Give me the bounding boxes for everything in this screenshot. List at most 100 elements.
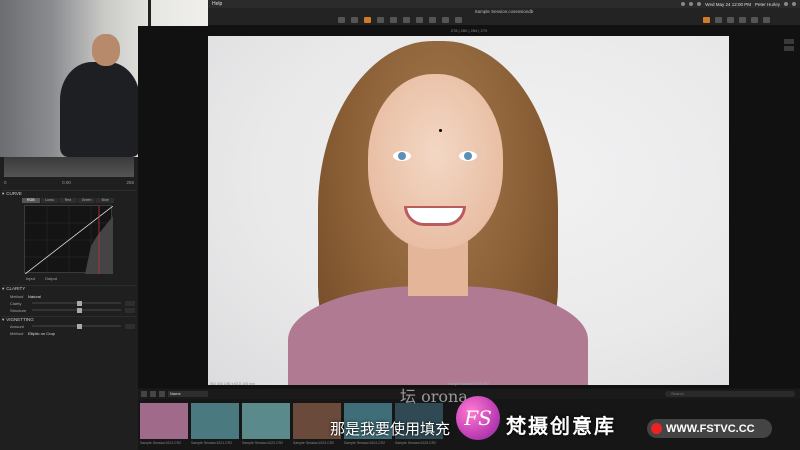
zoom-tool-icon[interactable] bbox=[351, 17, 358, 23]
vignetting-method-select[interactable]: Elliptic on Crop bbox=[28, 331, 55, 336]
grid-icon[interactable] bbox=[703, 17, 710, 23]
watermark-url: WWW.FSTVC.CC bbox=[666, 422, 755, 435]
thumbnail-caption: Sample Session1021.CR2 bbox=[191, 441, 233, 445]
grid-view-icon[interactable] bbox=[141, 391, 147, 397]
focus-mask-icon[interactable] bbox=[727, 17, 734, 23]
curve-tab-blue[interactable]: Blue bbox=[96, 198, 114, 203]
record-icon bbox=[651, 423, 662, 434]
proof-icon[interactable] bbox=[739, 17, 746, 23]
structure-row: Structure bbox=[10, 307, 135, 313]
viewer-icon[interactable] bbox=[751, 17, 758, 23]
menu-clock[interactable]: Wed May 24 12:00 PM bbox=[705, 2, 751, 7]
viewer-side-button-2[interactable] bbox=[784, 46, 794, 51]
structure-label: Structure bbox=[10, 307, 27, 313]
structure-value-field[interactable] bbox=[125, 307, 135, 313]
browser-search-input[interactable]: Search bbox=[665, 391, 795, 397]
tool-panel: 0 0.00 255 ▾ CURVE RGB Luma Red Green Bl… bbox=[0, 157, 138, 450]
annotate-tool-icon[interactable] bbox=[442, 17, 449, 23]
presenter-head bbox=[92, 34, 120, 66]
sort-select[interactable]: Name bbox=[168, 391, 208, 397]
loupe-tool-icon[interactable] bbox=[364, 17, 371, 23]
watermark-title: 梵摄创意库 bbox=[506, 414, 616, 438]
curve-section-header[interactable]: ▾ CURVE bbox=[2, 190, 136, 196]
filmstrip-view-icon[interactable] bbox=[159, 391, 165, 397]
vignetting-amount-slider[interactable] bbox=[32, 323, 121, 329]
vignetting-title: VIGNETTING bbox=[6, 317, 34, 322]
menu-user[interactable]: Peter Hurley bbox=[755, 2, 780, 7]
histogram-mid: 0.00 bbox=[62, 180, 71, 185]
clarity-slider-knob[interactable] bbox=[76, 300, 82, 306]
subject-shirt bbox=[288, 286, 588, 385]
curve-channel-tabs: RGB Luma Red Green Blue bbox=[22, 198, 114, 203]
chevron-down-icon: ▾ bbox=[2, 316, 5, 322]
histogram bbox=[4, 157, 134, 177]
battery-icon[interactable] bbox=[697, 2, 702, 6]
chevron-down-icon: ▾ bbox=[2, 285, 5, 291]
watermark-url-badge: WWW.FSTVC.CC bbox=[647, 419, 772, 438]
thumbnail-caption: Sample Session1022.CR2 bbox=[242, 441, 284, 445]
spot-removal-icon[interactable] bbox=[416, 17, 423, 23]
vignetting-amount-knob[interactable] bbox=[76, 323, 82, 329]
filmstrip-thumbnail[interactable]: Sample Session1024.CR2 bbox=[140, 403, 188, 445]
copy-adjustments-icon[interactable] bbox=[455, 17, 462, 23]
menu-help[interactable]: Help bbox=[212, 1, 681, 7]
mask-tool-icon[interactable] bbox=[403, 17, 410, 23]
vignetting-method-label: Method bbox=[10, 330, 24, 336]
keystone-tool-icon[interactable] bbox=[390, 17, 397, 23]
thumbnail-caption: Sample Session1024.CR2 bbox=[344, 441, 386, 445]
curve-title: CURVE bbox=[6, 191, 22, 196]
picker-tool-icon[interactable] bbox=[429, 17, 436, 23]
capture-one-toolbar: Sample Session.cosessiondb bbox=[208, 8, 800, 26]
notifications-icon[interactable] bbox=[792, 2, 796, 6]
help-icon[interactable] bbox=[763, 17, 770, 23]
curve-tab-red[interactable]: Red bbox=[59, 198, 77, 203]
vignetting-amount-label: Amount bbox=[10, 323, 24, 329]
curve-tab-green[interactable]: Green bbox=[77, 198, 96, 203]
session-title: Sample Session.cosessiondb bbox=[474, 9, 534, 14]
spotlight-icon[interactable] bbox=[784, 2, 788, 6]
vignetting-section-header[interactable]: ▾ VIGNETTING bbox=[2, 316, 136, 322]
structure-slider[interactable] bbox=[32, 307, 121, 313]
structure-slider-knob[interactable] bbox=[76, 307, 82, 313]
clarity-method-row: Method Natural bbox=[10, 293, 135, 299]
subject-left-eye bbox=[393, 151, 411, 161]
thumbnail-caption: Sample Session1024.CR2 bbox=[140, 441, 182, 445]
pan-tool-icon[interactable] bbox=[338, 17, 345, 23]
clarity-method-select[interactable]: Natural bbox=[28, 294, 41, 299]
clarity-slider[interactable] bbox=[32, 300, 121, 306]
list-view-icon[interactable] bbox=[150, 391, 156, 397]
mouse-cursor bbox=[439, 129, 442, 132]
clarity-title: CLARITY bbox=[6, 286, 26, 291]
clarity-label: Clarity bbox=[10, 300, 22, 306]
curve-output-label: Output bbox=[44, 276, 57, 281]
exif-info: ISO 400 1/80 s f/2.8 105 mm bbox=[210, 382, 255, 386]
curve-tab-luma[interactable]: Luma bbox=[40, 198, 59, 203]
thumbnail-caption: Sample Session1023.CR2 bbox=[293, 441, 335, 445]
presenter-body bbox=[60, 62, 140, 157]
curve-tab-rgb[interactable]: RGB bbox=[22, 198, 40, 203]
menu-bar: Help Wed May 24 12:00 PM Peter Hurley bbox=[208, 0, 800, 8]
wifi-icon[interactable] bbox=[689, 2, 694, 6]
clarity-method-label: Method bbox=[10, 293, 24, 299]
clarity-row: Clarity bbox=[10, 300, 135, 306]
curve-editor[interactable] bbox=[24, 205, 114, 275]
portrait-photo[interactable] bbox=[208, 36, 729, 385]
histogram-max: 255 bbox=[126, 180, 134, 185]
subject-right-eye bbox=[459, 151, 477, 161]
clarity-value-field[interactable] bbox=[125, 300, 135, 306]
filmstrip-thumbnail[interactable]: Sample Session1022.CR2 bbox=[242, 403, 290, 445]
curve-input-label: Input bbox=[26, 276, 35, 281]
image-viewer: 278 | 280 | 284 | 270 ISO 400 1/80 s f/2… bbox=[138, 26, 800, 388]
vignetting-amount-row: Amount bbox=[10, 323, 135, 329]
vignetting-method-row: Method Elliptic on Crop bbox=[10, 330, 135, 336]
image-counter: 278 | 280 | 284 | 270 bbox=[450, 28, 488, 33]
thumbnail-caption: Sample Session1025.CR2 bbox=[395, 441, 437, 445]
dropbox-icon[interactable] bbox=[681, 2, 686, 6]
video-subtitle: 那是我要使用填充 bbox=[330, 420, 451, 438]
clarity-section-header[interactable]: ▾ CLARITY bbox=[2, 285, 136, 291]
viewer-side-button-1[interactable] bbox=[784, 39, 794, 44]
vignetting-amount-field[interactable] bbox=[125, 323, 135, 329]
filmstrip-thumbnail[interactable]: Sample Session1021.CR2 bbox=[191, 403, 239, 445]
exposure-warning-icon[interactable] bbox=[715, 17, 722, 23]
crop-tool-icon[interactable] bbox=[377, 17, 384, 23]
